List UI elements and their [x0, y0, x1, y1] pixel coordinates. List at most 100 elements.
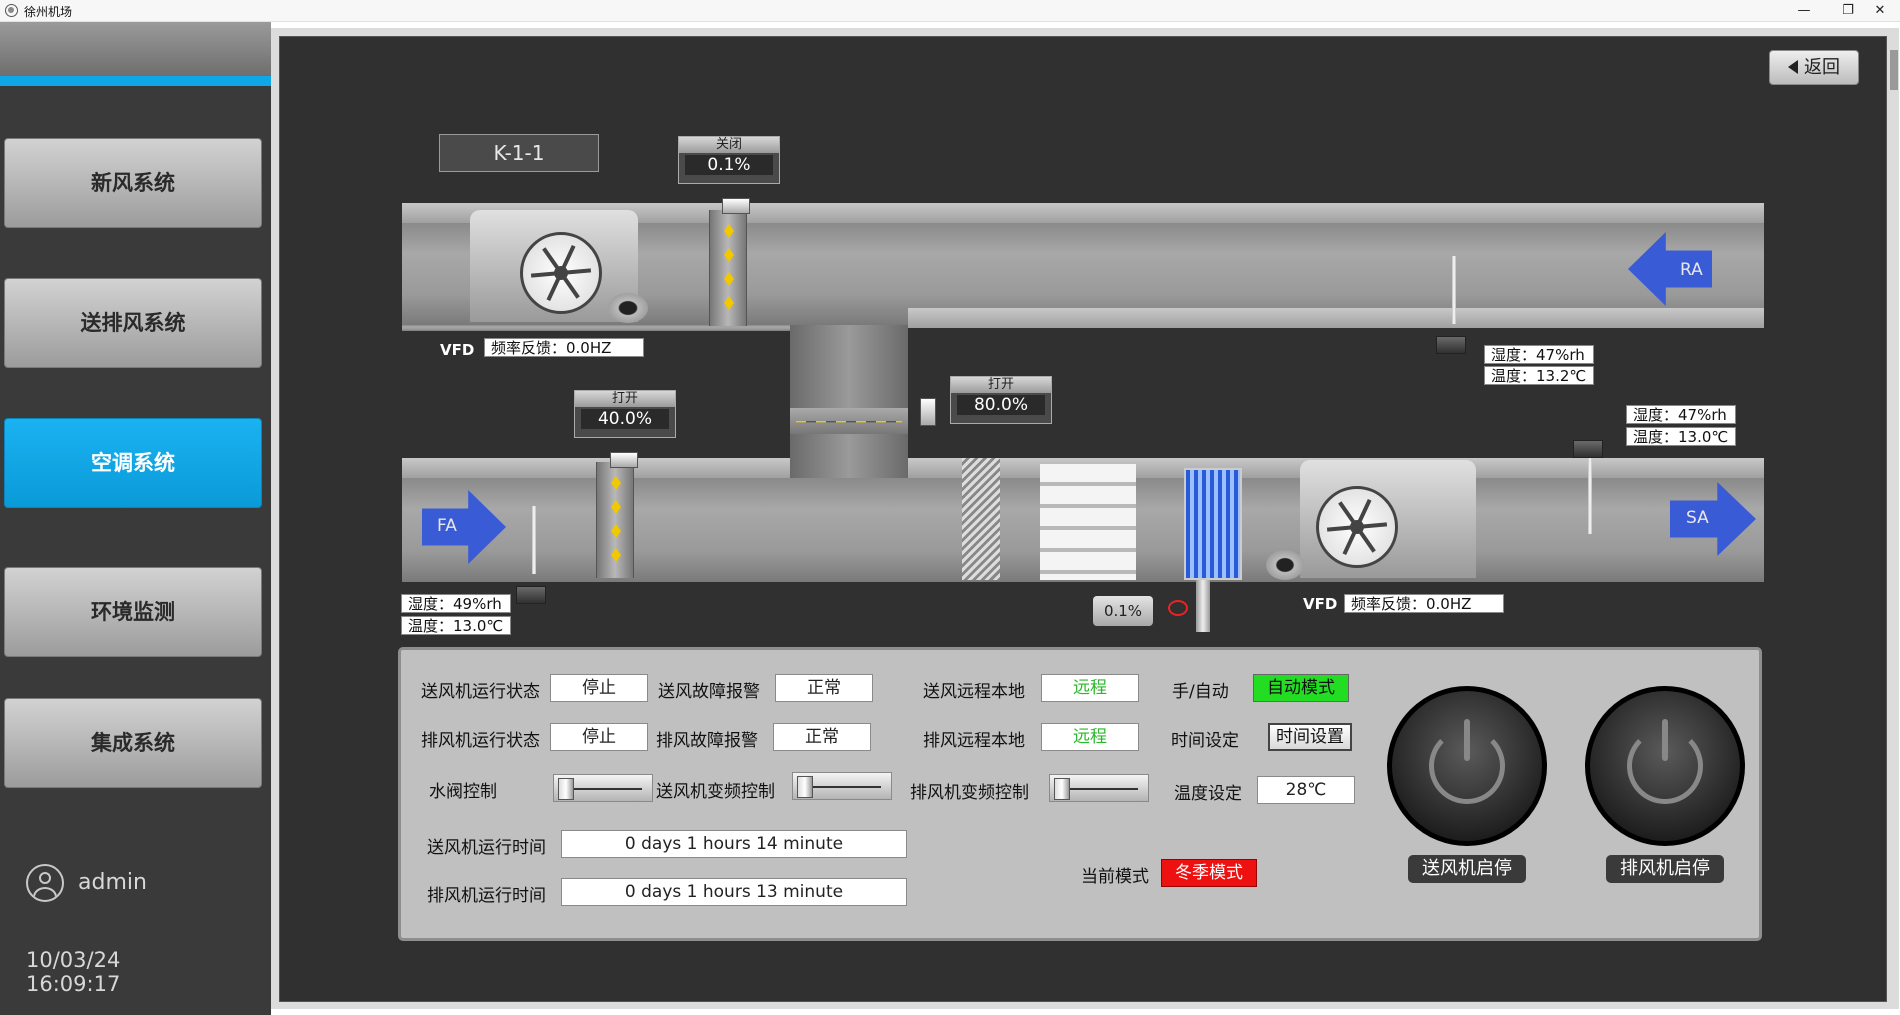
manual-auto-button[interactable]: 自动模式: [1253, 674, 1349, 702]
return-duct-bottom-edge: [908, 308, 1764, 328]
bottom-damper-value: 40.0%: [581, 409, 669, 429]
water-valve-slider-thumb[interactable]: [558, 778, 574, 800]
app-icon: [5, 4, 18, 17]
water-valve-percent: 0.1%: [1093, 596, 1153, 626]
supply-fan-icon: [1316, 486, 1398, 568]
supply-vfd-label: VFD: [1303, 595, 1338, 613]
exhaust-fan-power-button[interactable]: [1585, 686, 1745, 846]
exhaust-power-label: 排风机启停: [1606, 855, 1724, 883]
user-icon: [26, 864, 64, 902]
back-arrow-icon: [1788, 60, 1798, 74]
mixing-damper-value: 80.0%: [957, 395, 1045, 415]
exhaust-vfd-control-label: 排风机变频控制: [910, 783, 1029, 803]
supply-fan-frequency: 频率反馈：0.0HZ: [1344, 594, 1504, 613]
supply-fault-label: 送风故障报警: [658, 682, 760, 702]
window-title: 徐州机场: [24, 5, 73, 19]
manual-auto-label: 手/自动: [1172, 682, 1229, 702]
ra-temperature: 温度：13.2℃: [1484, 366, 1594, 385]
sidebar-header: [0, 22, 271, 76]
top-damper-actuator-icon: [722, 198, 750, 214]
bottom-damper-actuator-icon: [610, 452, 638, 468]
current-mode-label: 当前模式: [1081, 867, 1149, 887]
supply-fan-status-label: 送风机运行状态: [421, 682, 540, 702]
sidebar-item-fresh-air[interactable]: 新风系统: [4, 138, 262, 228]
supply-vfd-slider[interactable]: [792, 772, 892, 800]
temp-setting-input[interactable]: 28℃: [1257, 776, 1355, 804]
exhaust-runtime-label: 排风机运行时间: [427, 886, 546, 906]
sidebar: 新风系统 送排风系统 空调系统 环境监测 集成系统 admin 10/03/24…: [0, 22, 271, 1015]
unit-name: K-1-1: [439, 134, 599, 172]
bottom-damper-readout: 打开 40.0%: [574, 390, 676, 438]
datetime: 10/03/24 16:09:17: [26, 948, 271, 996]
mixing-chamber: [790, 325, 908, 480]
top-damper-value: 0.1%: [685, 155, 773, 175]
sidebar-item-environment[interactable]: 环境监测: [4, 567, 262, 657]
supply-runtime-label: 送风机运行时间: [427, 838, 546, 858]
back-label: 返回: [1804, 57, 1840, 78]
coil-pipe: [1196, 580, 1210, 632]
sa-sensor-icon: [1573, 440, 1603, 458]
mixing-damper-caption: 打开: [951, 377, 1051, 393]
supply-runtime-value: 0 days 1 hours 14 minute: [561, 830, 907, 858]
scroll-edge: [1890, 50, 1898, 90]
ra-humidity: 湿度：47%rh: [1484, 345, 1594, 364]
mixing-damper-readout: 打开 80.0%: [950, 376, 1052, 424]
exhaust-remote-label: 排风远程本地: [923, 731, 1025, 751]
exhaust-vfd-slider-thumb[interactable]: [1054, 778, 1070, 800]
ra-sensor-icon: [1436, 336, 1466, 354]
supply-remote-label: 送风远程本地: [923, 682, 1025, 702]
supply-fan-status: 停止: [550, 674, 648, 702]
bottom-damper-icon: [596, 462, 634, 578]
sa-label: SA: [1686, 508, 1709, 528]
top-damper-readout: 关闭 0.1%: [678, 136, 780, 184]
sa-humidity: 湿度：47%rh: [1626, 405, 1736, 424]
sidebar-item-air-conditioning[interactable]: 空调系统: [4, 418, 262, 508]
exhaust-fan-status-label: 排风机运行状态: [421, 731, 540, 751]
time-setting-label: 时间设定: [1171, 731, 1239, 751]
current-mode-value: 冬季模式: [1161, 859, 1257, 887]
water-valve-slider[interactable]: [553, 774, 653, 802]
exhaust-fault-status: 正常: [773, 723, 871, 751]
ra-sensor-rod: [1452, 256, 1456, 324]
temp-setting-label: 温度设定: [1174, 784, 1242, 804]
sidebar-accent-bar: [0, 76, 271, 86]
mixing-actuator-icon: [920, 398, 936, 426]
ra-label: RA: [1680, 260, 1703, 280]
fa-humidity: 湿度：49%rh: [401, 594, 511, 613]
fa-sensor-rod: [532, 506, 536, 574]
bottom-damper-caption: 打开: [575, 391, 675, 407]
sidebar-item-supply-exhaust[interactable]: 送排风系统: [4, 278, 262, 368]
window-titlebar: 徐州机场 — ❐ ✕: [0, 0, 1900, 22]
supply-remote-status: 远程: [1041, 674, 1139, 702]
bag-filter-icon: [1040, 464, 1136, 580]
user-name: admin: [78, 870, 147, 895]
supply-power-label: 送风机启停: [1408, 855, 1526, 883]
sa-sensor-rod: [1588, 456, 1592, 534]
sa-temperature: 温度：13.0℃: [1626, 427, 1736, 446]
exhaust-runtime-value: 0 days 1 hours 13 minute: [561, 878, 907, 906]
return-fan-motor-icon: [608, 293, 648, 323]
supply-fault-status: 正常: [775, 674, 873, 702]
control-panel: 送风机运行状态 停止 送风故障报警 正常 送风远程本地 远程 手/自动 自动模式…: [398, 647, 1762, 941]
exhaust-vfd-slider[interactable]: [1049, 774, 1149, 802]
exhaust-fault-label: 排风故障报警: [656, 731, 758, 751]
top-damper-icon: [709, 210, 747, 326]
supply-fan-power-button[interactable]: [1387, 686, 1547, 846]
fa-sensor-icon: [516, 586, 546, 604]
return-fan-frequency: 频率反馈：0.0HZ: [484, 338, 644, 357]
return-vfd-label: VFD: [440, 341, 475, 359]
current-time: 16:09:17: [26, 972, 121, 996]
supply-fan-motor-icon: [1266, 550, 1304, 580]
exhaust-remote-status: 远程: [1041, 723, 1139, 751]
primary-filter-icon: [962, 458, 1000, 580]
supply-vfd-slider-thumb[interactable]: [797, 776, 813, 798]
water-valve-icon: [1168, 600, 1188, 616]
exhaust-fan-status: 停止: [550, 723, 648, 751]
return-fan-icon: [520, 232, 602, 314]
sidebar-item-integration[interactable]: 集成系统: [4, 698, 262, 788]
close-button[interactable]: ✕: [1857, 0, 1900, 22]
minimize-button[interactable]: —: [1781, 0, 1827, 22]
time-setting-button[interactable]: 时间设置: [1268, 723, 1352, 751]
back-button[interactable]: 返回: [1769, 50, 1859, 85]
supply-vfd-control-label: 送风机变频控制: [656, 782, 775, 802]
